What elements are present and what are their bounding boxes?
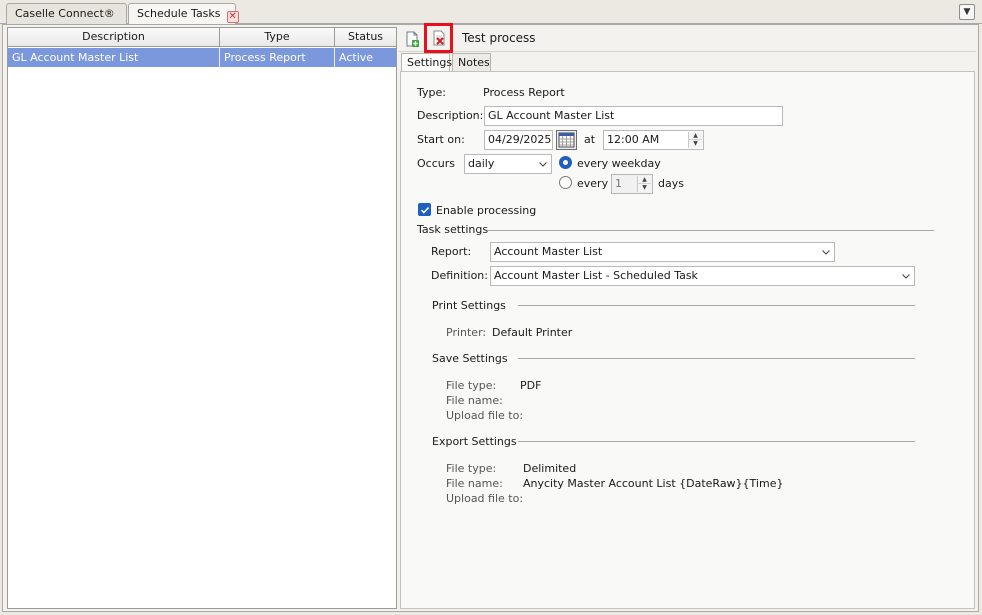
save-settings-heading: Save Settings [432, 352, 508, 365]
start-on-label: Start on: [417, 133, 465, 146]
tab-label: Caselle Connect® [15, 7, 115, 20]
detail-tabs: Settings Notes [401, 53, 501, 73]
calendar-icon [558, 132, 575, 148]
table-row[interactable]: GL Account Master List Process Report Ac… [8, 48, 396, 67]
save-file-type-value: PDF [520, 379, 542, 392]
test-process-button[interactable] [424, 23, 453, 53]
export-settings-heading: Export Settings [432, 435, 517, 448]
chevron-down-icon [539, 162, 547, 167]
export-file-type-label: File type: [446, 462, 497, 475]
export-file-name-label: File name: [446, 477, 503, 490]
every-weekday-label[interactable]: every weekday [577, 157, 661, 170]
tab-caselle-connect[interactable]: Caselle Connect® [6, 3, 127, 24]
save-file-name-label: File name: [446, 394, 503, 407]
spin-down-icon[interactable]: ▼ [638, 184, 651, 192]
divider [518, 441, 915, 442]
every-days-value: 1 [615, 177, 622, 190]
new-document-icon [406, 31, 419, 47]
cell-description: GL Account Master List [8, 48, 220, 67]
calendar-button[interactable] [556, 130, 577, 150]
tab-settings[interactable]: Settings [401, 53, 452, 73]
export-upload-label: Upload file to: [446, 492, 524, 505]
spin-up-icon[interactable]: ▲ [638, 176, 651, 184]
save-upload-label: Upload file to: [446, 409, 524, 422]
every-label[interactable]: every [577, 177, 608, 190]
description-label: Description: [417, 109, 484, 122]
close-icon[interactable]: ✕ [226, 11, 239, 23]
print-settings-heading: Print Settings [432, 299, 506, 312]
start-date-field[interactable]: 04/29/2025 [484, 130, 553, 150]
printer-value: Default Printer [492, 326, 573, 339]
task-toolbar: Test process [399, 23, 976, 53]
chevron-down-icon [822, 250, 830, 255]
report-value: Account Master List [494, 245, 603, 258]
settings-panel: Type: Process Report Description: GL Acc… [400, 71, 975, 609]
type-label: Type: [417, 86, 446, 99]
tab-overflow-button[interactable]: ▼ [959, 4, 975, 20]
occurs-label: Occurs [417, 157, 455, 170]
divider [518, 358, 915, 359]
occurs-dropdown[interactable]: daily [464, 154, 552, 174]
spin-down-icon[interactable]: ▼ [689, 140, 702, 148]
toolbar-title: Test process [462, 31, 536, 45]
export-file-name-value: Anycity Master Account List {DateRaw}{Ti… [523, 477, 784, 490]
enable-processing-checkbox[interactable] [418, 203, 431, 216]
type-value: Process Report [483, 86, 565, 99]
start-time-field[interactable]: 12:00 AM ▲ ▼ [603, 130, 704, 150]
enable-processing-label[interactable]: Enable processing [436, 204, 536, 217]
tab-schedule-tasks[interactable]: Schedule Tasks ✕ [128, 3, 239, 25]
column-header-type[interactable]: Type [220, 28, 335, 47]
days-label: days [658, 177, 684, 190]
divider [518, 305, 915, 306]
start-time-value: 12:00 AM [607, 133, 660, 146]
printer-label: Printer: [446, 326, 487, 339]
cell-type: Process Report [220, 48, 335, 67]
description-field[interactable]: GL Account Master List [484, 106, 783, 126]
days-spinner[interactable]: ▲ ▼ [637, 176, 651, 192]
divider [487, 230, 934, 231]
task-settings-heading: Task settings [417, 223, 489, 236]
document-tab-strip: Caselle Connect® Schedule Tasks ✕ ▼ [0, 0, 982, 25]
every-weekday-radio[interactable] [559, 156, 572, 169]
report-dropdown[interactable]: Account Master List [490, 242, 835, 262]
test-process-icon [433, 30, 445, 46]
time-spinner[interactable]: ▲ ▼ [688, 132, 702, 148]
chevron-down-icon [902, 274, 910, 279]
tab-notes[interactable]: Notes [452, 53, 491, 72]
new-task-button[interactable] [400, 27, 424, 51]
cell-status: Active [339, 51, 374, 64]
definition-value: Account Master List - Scheduled Task [494, 269, 698, 282]
report-label: Report: [431, 245, 472, 258]
spin-up-icon[interactable]: ▲ [689, 132, 702, 140]
column-header-description[interactable]: Description [8, 28, 220, 47]
tasks-grid[interactable]: Description Type Status GL Account Maste… [7, 27, 397, 609]
definition-dropdown[interactable]: Account Master List - Scheduled Task [490, 266, 915, 286]
chevron-down-icon: ▼ [963, 7, 971, 17]
column-header-status[interactable]: Status [335, 28, 396, 47]
occurs-value: daily [468, 157, 495, 170]
every-days-field[interactable]: 1 ▲ ▼ [611, 174, 653, 194]
save-file-type-label: File type: [446, 379, 497, 392]
every-n-days-radio[interactable] [559, 176, 572, 189]
tab-label: Schedule Tasks [137, 7, 221, 20]
checkmark-icon [420, 207, 430, 214]
export-file-type-value: Delimited [523, 462, 577, 475]
at-label: at [584, 133, 596, 146]
definition-label: Definition: [431, 269, 488, 282]
grid-header: Description Type Status [8, 28, 396, 47]
